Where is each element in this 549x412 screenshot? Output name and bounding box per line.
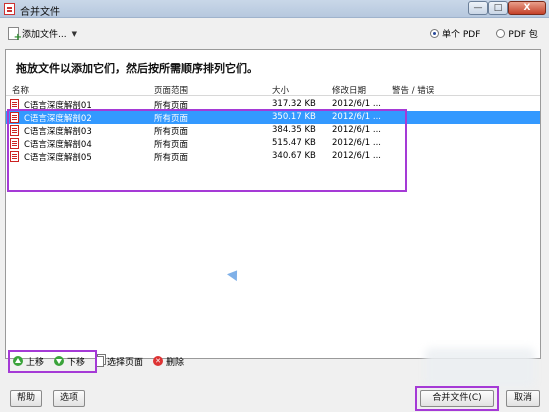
pdf-app-icon <box>4 3 15 15</box>
output-mode-options: 单个 PDF PDF 包 <box>430 27 538 40</box>
options-button[interactable]: 选项 <box>53 390 85 407</box>
choose-pages-button[interactable]: 选择页面 <box>95 355 143 368</box>
delete-label: 删除 <box>166 357 185 368</box>
arrow-down-icon <box>54 356 65 366</box>
column-header-date[interactable]: 修改日期 <box>332 84 366 96</box>
file-range: 所有页面 <box>154 140 189 150</box>
choose-pages-label: 选择页面 <box>107 357 144 368</box>
mouse-cursor-icon <box>227 266 242 282</box>
pdf-file-icon <box>10 151 19 162</box>
move-up-label: 上移 <box>26 357 45 368</box>
pdf-file-icon <box>10 112 19 123</box>
file-row[interactable]: C语言深度解剖05 所有页面 340.67 KB 2012/6/1 ... <box>6 150 540 163</box>
radio-single-pdf[interactable]: 单个 PDF <box>430 27 480 40</box>
watermark-blur <box>425 348 535 388</box>
file-size: 340.67 KB <box>272 151 316 161</box>
title-bar: 合并文件 — □ X <box>0 0 549 18</box>
pdf-file-icon <box>10 99 19 110</box>
file-range: 所有页面 <box>154 114 189 124</box>
radio-dot-icon <box>430 29 439 38</box>
minimize-button[interactable]: — <box>468 1 488 15</box>
maximize-button[interactable]: □ <box>488 1 508 15</box>
help-button[interactable]: 帮助 <box>10 390 42 407</box>
chevron-down-icon: ▼ <box>71 29 77 38</box>
file-size: 515.47 KB <box>272 138 316 148</box>
file-size: 384.35 KB <box>272 125 316 135</box>
pdf-file-icon <box>10 125 19 136</box>
file-date: 2012/6/1 ... <box>332 125 381 135</box>
radio-dot-icon <box>496 29 506 38</box>
pdf-file-icon <box>10 138 19 149</box>
column-header-range[interactable]: 页面范围 <box>154 84 188 96</box>
column-header-size[interactable]: 大小 <box>272 84 289 96</box>
column-header-name[interactable]: 名称 <box>12 84 29 96</box>
file-range: 所有页面 <box>154 153 189 163</box>
file-list[interactable]: 拖放文件以添加它们，然后按所需顺序排列它们。 名称 页面范围 大小 修改日期 警… <box>5 49 541 359</box>
file-size: 317.32 KB <box>272 99 316 109</box>
add-files-label: 添加文件... <box>22 30 67 40</box>
window-title: 合并文件 <box>20 7 60 18</box>
file-name: C语言深度解剖03 <box>24 127 92 137</box>
radio-single-pdf-label: 单个 PDF <box>442 30 481 40</box>
delete-icon: ✕ <box>153 356 164 366</box>
move-up-button[interactable]: 上移 <box>13 355 44 368</box>
file-date: 2012/6/1 ... <box>332 138 381 148</box>
delete-button[interactable]: ✕ 删除 <box>153 355 184 368</box>
merge-files-dialog: 添加文件... ▼ 单个 PDF PDF 包 拖放文件以添加它们，然后按所需顺序… <box>0 18 549 412</box>
add-file-icon <box>8 27 22 43</box>
cancel-button[interactable]: 取消 <box>506 390 540 407</box>
file-date: 2012/6/1 ... <box>332 151 381 161</box>
file-row[interactable]: C语言深度解剖04 所有页面 515.47 KB 2012/6/1 ... <box>6 137 540 150</box>
file-row-selected[interactable]: C语言深度解剖02 所有页面 350.17 KB 2012/6/1 ... <box>6 111 540 124</box>
file-date: 2012/6/1 ... <box>332 99 381 109</box>
column-headers: 名称 页面范围 大小 修改日期 警告 / 错误 <box>6 82 540 96</box>
radio-pdf-portfolio-label: PDF 包 <box>508 30 538 40</box>
pages-icon <box>95 355 105 367</box>
move-down-button[interactable]: 下移 <box>54 355 85 368</box>
file-range: 所有页面 <box>154 127 189 137</box>
file-range: 所有页面 <box>154 101 189 111</box>
file-date: 2012/6/1 ... <box>332 112 381 122</box>
column-header-warning[interactable]: 警告 / 错误 <box>392 84 434 96</box>
file-name: C语言深度解剖05 <box>24 153 92 163</box>
file-row[interactable]: C语言深度解剖03 所有页面 384.35 KB 2012/6/1 ... <box>6 124 540 137</box>
radio-pdf-portfolio[interactable]: PDF 包 <box>496 27 538 40</box>
arrow-up-icon <box>13 356 23 366</box>
file-name: C语言深度解剖04 <box>24 140 92 150</box>
file-size: 350.17 KB <box>272 112 316 122</box>
close-button[interactable]: X <box>508 1 546 15</box>
merge-files-button[interactable]: 合并文件(C) <box>420 390 494 407</box>
file-row[interactable]: C语言深度解剖01 所有页面 317.32 KB 2012/6/1 ... <box>6 98 540 111</box>
file-name: C语言深度解剖02 <box>24 114 92 124</box>
file-name: C语言深度解剖01 <box>24 101 92 111</box>
add-files-button[interactable]: 添加文件... ▼ <box>8 27 77 43</box>
move-down-label: 下移 <box>67 357 86 368</box>
drop-instruction: 拖放文件以添加它们，然后按所需顺序排列它们。 <box>16 62 258 75</box>
